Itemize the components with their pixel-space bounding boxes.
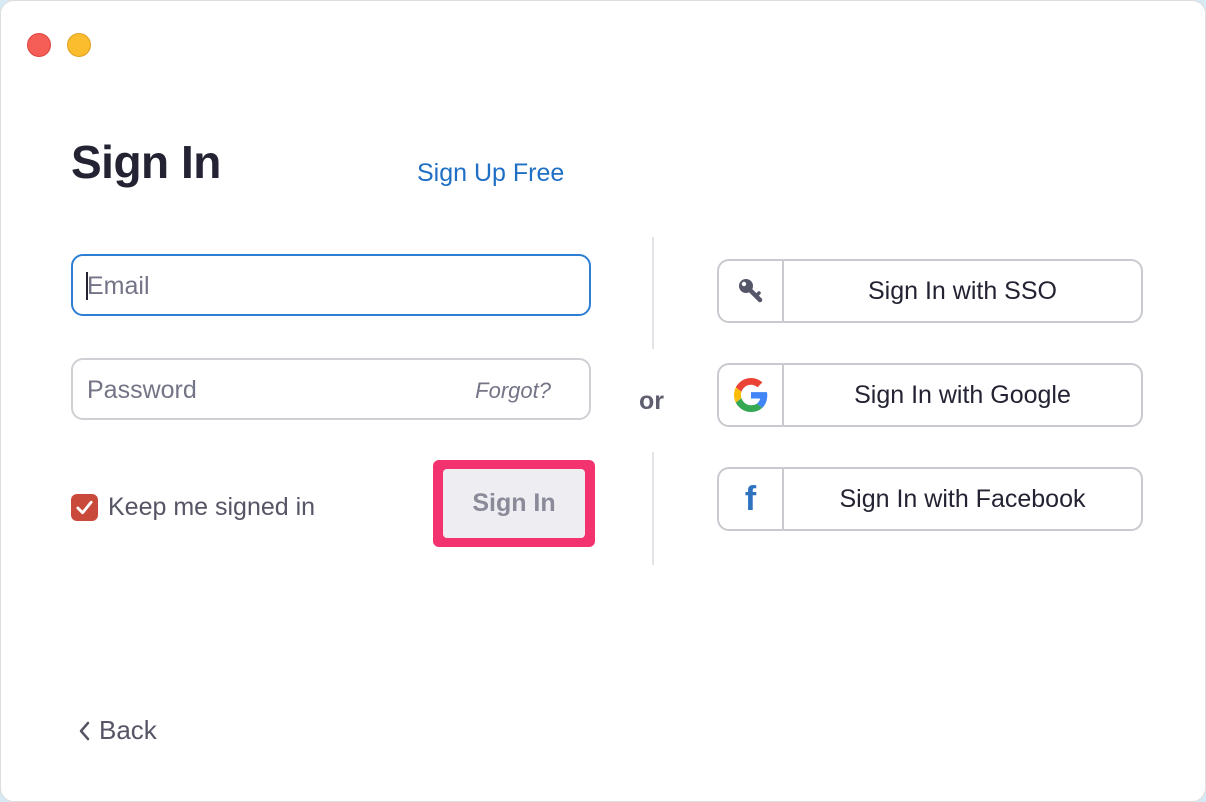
sign-in-google-button[interactable]: Sign In with Google [717,363,1143,427]
email-field[interactable] [71,254,591,316]
keep-signed-in-checkbox[interactable]: Keep me signed in [71,493,315,522]
checkmark-icon[interactable] [71,494,98,521]
facebook-label: Sign In with Facebook [839,484,1086,513]
sign-in-button[interactable]: Sign In [443,469,585,538]
close-window-button[interactable] [27,33,51,57]
email-input[interactable] [85,256,449,316]
minimize-window-button[interactable] [67,33,91,57]
password-input[interactable] [85,360,449,420]
or-separator: or [639,387,664,415]
sign-up-free-link[interactable]: Sign Up Free [417,159,564,188]
chevron-left-icon [79,721,90,740]
vertical-divider-top [652,237,654,349]
key-icon [719,261,784,321]
page-title: Sign In [71,136,221,188]
password-field[interactable]: Forgot? [71,358,591,420]
vertical-divider-bottom [652,452,654,565]
google-icon [719,365,784,425]
facebook-icon: f [719,469,784,529]
keep-signed-in-label: Keep me signed in [108,493,316,521]
forgot-password-link[interactable]: Forgot? [475,378,551,404]
sign-in-facebook-button[interactable]: f Sign In with Facebook [717,467,1143,531]
sso-label: Sign In with SSO [868,276,1057,305]
sign-in-button-highlight: Sign In [433,460,595,547]
sign-in-window: Sign In Sign Up Free Forgot? Keep me sig… [0,0,1206,802]
back-button[interactable]: Back [77,715,157,746]
back-label: Back [99,715,157,745]
google-label: Sign In with Google [854,380,1071,409]
sign-in-sso-button[interactable]: Sign In with SSO [717,259,1143,323]
